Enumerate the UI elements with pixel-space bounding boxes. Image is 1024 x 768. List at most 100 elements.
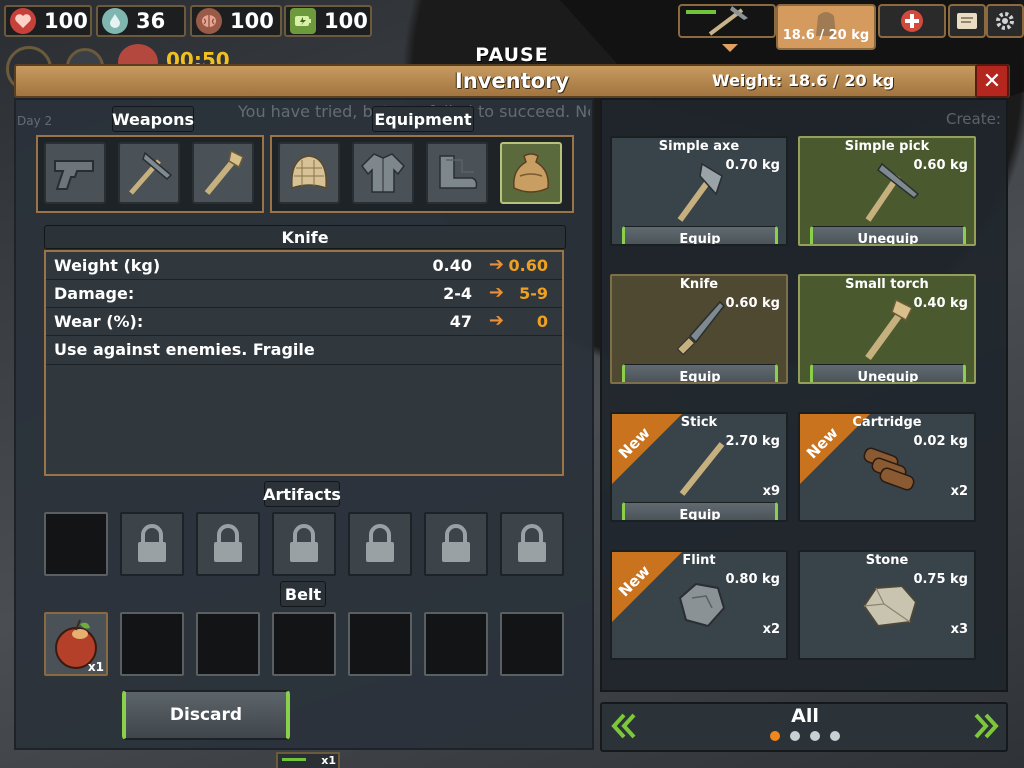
- medkit-icon: [901, 10, 923, 32]
- item-card[interactable]: New Flint 0.80 kg x2: [610, 550, 788, 660]
- arrow-right-icon: ➔: [488, 254, 504, 275]
- water-stat: 36: [96, 5, 186, 37]
- hud-quick-slot[interactable]: x1: [276, 752, 340, 768]
- previous-page-button[interactable]: [606, 708, 640, 744]
- belt-slot[interactable]: [272, 612, 336, 676]
- stat-new: 5-9: [519, 284, 548, 303]
- item-card[interactable]: Knife 0.60 kg Equip: [610, 274, 788, 384]
- water-icon: [102, 8, 128, 34]
- artifact-slot-locked: [348, 512, 412, 576]
- artifact-slot[interactable]: [44, 512, 108, 576]
- item-quantity: x2: [762, 622, 780, 637]
- artifact-slot-locked: [120, 512, 184, 576]
- item-name: Stick: [680, 415, 718, 430]
- equip-button[interactable]: Equip: [622, 226, 778, 244]
- chevron-left-icon: [611, 713, 636, 739]
- brain-icon: [196, 8, 222, 34]
- belt-slot[interactable]: [348, 612, 412, 676]
- page-dot[interactable]: [790, 731, 800, 741]
- belt-slot[interactable]: [120, 612, 184, 676]
- torch-icon: [204, 149, 244, 195]
- pistol-icon: [54, 160, 94, 190]
- discard-button[interactable]: Discard: [122, 690, 290, 740]
- map-button[interactable]: [948, 4, 986, 38]
- cartridge-icon: [863, 447, 915, 491]
- balaclava-icon: [291, 155, 327, 190]
- lock-icon: [442, 524, 470, 562]
- belt-slot[interactable]: x1: [44, 612, 108, 676]
- weapon-slot[interactable]: [44, 142, 106, 204]
- stat-current: 2-4: [443, 284, 472, 303]
- energy-stat: 100: [284, 5, 372, 37]
- item-quantity: x2: [950, 484, 968, 499]
- equipment-slot[interactable]: [352, 142, 414, 204]
- lock-icon: [214, 524, 242, 562]
- page-dot[interactable]: [830, 731, 840, 741]
- stat-current: 47: [449, 312, 472, 331]
- belt-slot[interactable]: [500, 612, 564, 676]
- artifact-slot-locked: [500, 512, 564, 576]
- item-card[interactable]: New Stick 2.70 kg x9 Equip: [610, 412, 788, 522]
- settings-button[interactable]: [986, 4, 1024, 38]
- knife-icon: [676, 300, 725, 356]
- lock-icon: [366, 524, 394, 562]
- item-quantity: x3: [950, 622, 968, 637]
- item-name: Stone: [865, 553, 909, 568]
- equipment-slot[interactable]: [278, 142, 340, 204]
- sack-icon: [513, 153, 549, 193]
- equipment-slot[interactable]: [500, 142, 562, 204]
- food-value: 100: [230, 9, 274, 33]
- chevron-right-icon: [974, 713, 999, 739]
- stat-row-wear: Wear (%): 47 ➔ 0: [46, 308, 562, 336]
- page-title: Inventory: [454, 69, 570, 93]
- close-button[interactable]: ✕: [975, 64, 1009, 98]
- stat-new: 0.60: [508, 256, 548, 275]
- artifact-slot-locked: [272, 512, 336, 576]
- weapon-slot[interactable]: [192, 142, 254, 204]
- quick-slot-qty: x1: [321, 754, 336, 767]
- item-card[interactable]: Simple axe 0.70 kg Equip: [610, 136, 788, 246]
- equip-button[interactable]: Equip: [622, 364, 778, 382]
- backpack-button[interactable]: 18.6 / 20 kg: [776, 4, 876, 50]
- item-card[interactable]: Small torch 0.40 kg Unequip: [798, 274, 976, 384]
- heart-icon: [10, 8, 36, 34]
- quick-slot-bar: [282, 758, 306, 761]
- lock-icon: [518, 524, 546, 562]
- page-dot[interactable]: [810, 731, 820, 741]
- water-value: 36: [136, 9, 166, 33]
- item-name: Knife: [679, 277, 719, 292]
- close-icon: ✕: [982, 68, 1002, 94]
- health-kit-button[interactable]: [878, 4, 946, 38]
- weapon-slot[interactable]: [118, 142, 180, 204]
- jacket-icon: [361, 153, 405, 193]
- stat-row-damage: Damage: 2-4 ➔ 5-9: [46, 280, 562, 308]
- item-card[interactable]: Simple pick 0.60 kg Unequip: [798, 136, 976, 246]
- item-name: Small torch: [845, 277, 929, 292]
- battery-icon: [290, 8, 316, 34]
- timer-text: 00:50: [166, 48, 230, 64]
- total-weight: Weight: 18.6 / 20 kg: [712, 71, 895, 90]
- artifact-slot-locked: [196, 512, 260, 576]
- background-create: Create:: [946, 110, 1001, 128]
- item-card[interactable]: New Cartridge 0.02 kg x2: [798, 412, 976, 522]
- belt-slot[interactable]: [196, 612, 260, 676]
- unequip-button[interactable]: Unequip: [810, 364, 966, 382]
- map-icon: [957, 13, 977, 29]
- stat-new: 0: [536, 312, 548, 331]
- stat-row-description: Use against enemies. Fragile: [46, 336, 562, 365]
- item-card[interactable]: Stone 0.75 kg x3: [798, 550, 976, 660]
- equipment-slot[interactable]: [426, 142, 488, 204]
- selector-arrow: [722, 44, 738, 52]
- page-dot-active[interactable]: [770, 731, 780, 741]
- equip-button[interactable]: Equip: [622, 502, 778, 520]
- boots-icon: [439, 155, 478, 189]
- health-stat: 100: [4, 5, 92, 37]
- next-page-button[interactable]: [970, 708, 1004, 744]
- active-weapon-slot[interactable]: [678, 4, 776, 38]
- stone-icon: [862, 584, 918, 628]
- item-name: Cartridge: [852, 415, 922, 430]
- item-description: Use against enemies. Fragile: [54, 340, 315, 359]
- belt-slot[interactable]: [424, 612, 488, 676]
- unequip-button[interactable]: Unequip: [810, 226, 966, 244]
- backpack-weight: 18.6 / 20 kg: [782, 28, 870, 43]
